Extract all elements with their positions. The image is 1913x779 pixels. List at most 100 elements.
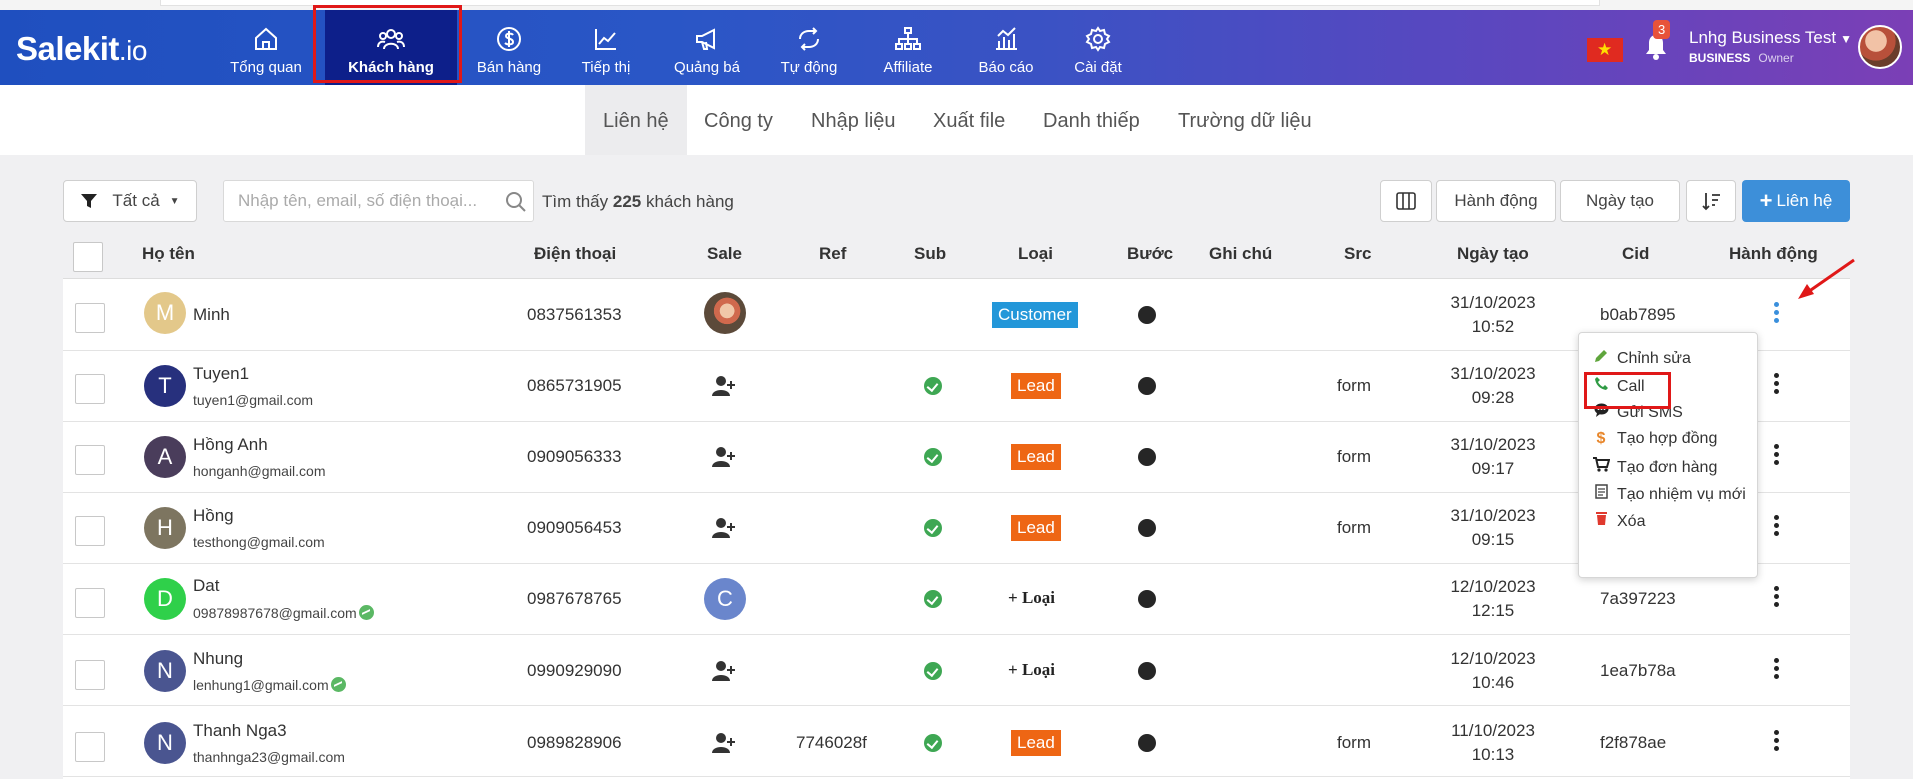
contact-src: form <box>1337 518 1371 537</box>
type-tag: Lead <box>1011 515 1061 541</box>
table-row[interactable]: N Thanh Nga3 thanhnga23@gmail.com 098982… <box>63 706 1850 777</box>
menu-item-order[interactable]: Tạo đơn hàng <box>1593 457 1717 477</box>
tab-companies[interactable]: Công ty <box>686 85 791 155</box>
contact-phone: 0909056453 <box>527 518 622 537</box>
contact-phone: 0989828906 <box>527 733 622 752</box>
tab-contacts[interactable]: Liên hệ <box>585 85 687 155</box>
tab-import[interactable]: Nhập liệu <box>793 85 914 155</box>
nav-overview[interactable]: Tổng quan <box>225 10 307 85</box>
row-checkbox[interactable] <box>75 303 105 333</box>
account-menu[interactable]: Lnhg Business Test ▼ BUSINESS Owner <box>1689 28 1852 65</box>
col-phone[interactable]: Điện thoại <box>534 244 616 264</box>
row-checkbox[interactable] <box>75 374 105 404</box>
row-checkbox[interactable] <box>75 445 105 475</box>
contact-name[interactable]: Hồng Anh <box>193 435 268 455</box>
col-step[interactable]: Bước <box>1127 244 1173 264</box>
row-actions-icon[interactable] <box>1774 515 1780 539</box>
row-checkbox[interactable] <box>75 660 105 690</box>
nav-settings[interactable]: Cài đặt <box>1063 10 1133 85</box>
columns-icon <box>1396 192 1416 210</box>
contact-name[interactable]: Dat <box>193 576 219 596</box>
created-date: 12/10/2023 12:15 <box>1450 577 1536 620</box>
col-cid[interactable]: Cid <box>1622 244 1649 264</box>
step-indicator <box>1138 448 1156 466</box>
add-type-button[interactable]: + Loại <box>1008 660 1055 680</box>
nav-affiliate[interactable]: Affiliate <box>868 10 948 85</box>
row-checkbox[interactable] <box>75 588 105 618</box>
contact-avatar: N <box>144 722 186 764</box>
nav-reports[interactable]: Báo cáo <box>968 10 1044 85</box>
assign-sale-icon[interactable] <box>712 660 736 687</box>
nav-sales[interactable]: Bán hàng <box>469 10 549 85</box>
contact-name[interactable]: Tuyen1 <box>193 364 249 384</box>
row-actions-icon[interactable] <box>1774 302 1780 326</box>
row-checkbox[interactable] <box>75 732 105 762</box>
col-created[interactable]: Ngày tạo <box>1457 244 1529 264</box>
contact-name[interactable]: Minh <box>193 305 230 325</box>
date-filter-button[interactable]: Ngày tạo <box>1560 180 1680 222</box>
tab-data-fields[interactable]: Trường dữ liệu <box>1160 85 1330 155</box>
menu-item-edit[interactable]: Chỉnh sửa <box>1593 349 1691 368</box>
row-actions-icon[interactable] <box>1774 730 1780 754</box>
menu-item-task[interactable]: Tạo nhiệm vụ mới <box>1593 484 1746 504</box>
col-src[interactable]: Src <box>1344 244 1371 264</box>
add-contact-button[interactable]: + Liên hệ <box>1742 180 1850 222</box>
language-flag-icon[interactable]: ★ <box>1587 38 1623 62</box>
sale-avatar: C <box>704 578 746 620</box>
contact-email: testhong@gmail.com <box>193 534 325 550</box>
sort-button[interactable] <box>1686 180 1736 222</box>
logo[interactable]: Salekit.io <box>16 30 147 68</box>
contact-name[interactable]: Thanh Nga3 <box>193 721 287 741</box>
notification-badge: 3 <box>1653 20 1671 39</box>
search-icon[interactable] <box>505 191 527 213</box>
filter-icon <box>81 194 98 208</box>
col-name[interactable]: Họ tên <box>142 244 195 264</box>
subscribed-check-icon <box>924 734 942 752</box>
contact-email: lenhung1@gmail.com <box>193 677 346 693</box>
nav-automation[interactable]: Tự động <box>771 10 847 85</box>
contact-avatar: N <box>144 650 186 692</box>
dollar-sign-icon: $ <box>1596 430 1606 447</box>
row-actions-icon[interactable] <box>1774 658 1780 682</box>
nav-marketing[interactable]: Tiếp thị <box>568 10 644 85</box>
assign-sale-icon[interactable] <box>712 517 736 544</box>
assign-sale-icon[interactable] <box>712 446 736 473</box>
add-type-button[interactable]: + Loại <box>1008 588 1055 608</box>
chart-line-icon <box>568 25 644 55</box>
nav-promotion[interactable]: Quảng bá <box>664 10 750 85</box>
col-ref[interactable]: Ref <box>819 244 846 264</box>
col-type[interactable]: Loại <box>1018 244 1053 264</box>
col-sale[interactable]: Sale <box>707 244 742 264</box>
row-actions-icon[interactable] <box>1774 586 1780 610</box>
menu-item-delete[interactable]: Xóa <box>1593 511 1645 531</box>
menu-item-contract[interactable]: $ Tạo hợp đồng <box>1593 430 1718 448</box>
table-row[interactable]: N Nhung lenhung1@gmail.com 0990929090 + … <box>63 635 1850 706</box>
tab-business-cards[interactable]: Danh thiếp <box>1025 85 1158 155</box>
contact-name[interactable]: Nhung <box>193 649 243 669</box>
user-avatar[interactable] <box>1858 25 1902 69</box>
contact-src: form <box>1337 447 1371 466</box>
search-input[interactable] <box>224 181 494 221</box>
row-checkbox[interactable] <box>75 516 105 546</box>
step-indicator <box>1138 590 1156 608</box>
bulk-action-button[interactable]: Hành động <box>1436 180 1556 222</box>
subscribed-check-icon <box>924 519 942 537</box>
assign-sale-icon[interactable] <box>712 375 736 402</box>
columns-button[interactable] <box>1380 180 1432 222</box>
result-count: Tìm thấy 225 khách hàng <box>542 192 734 211</box>
messenger-icon[interactable] <box>358 605 374 620</box>
col-sub[interactable]: Sub <box>914 244 946 264</box>
tab-export[interactable]: Xuất file <box>915 85 1023 155</box>
row-actions-icon[interactable] <box>1774 444 1780 468</box>
step-indicator <box>1138 306 1156 324</box>
filter-dropdown[interactable]: Tất cả ▼ <box>63 180 197 222</box>
pencil-icon <box>1593 349 1609 368</box>
assign-sale-icon[interactable] <box>712 732 736 759</box>
col-note[interactable]: Ghi chú <box>1209 244 1272 264</box>
messenger-icon[interactable] <box>330 677 346 692</box>
row-actions-icon[interactable] <box>1774 373 1780 397</box>
created-date: 31/10/2023 09:17 <box>1450 435 1536 478</box>
select-all-checkbox[interactable] <box>73 242 103 272</box>
subscribed-check-icon <box>924 662 942 680</box>
contact-name[interactable]: Hồng <box>193 506 234 526</box>
